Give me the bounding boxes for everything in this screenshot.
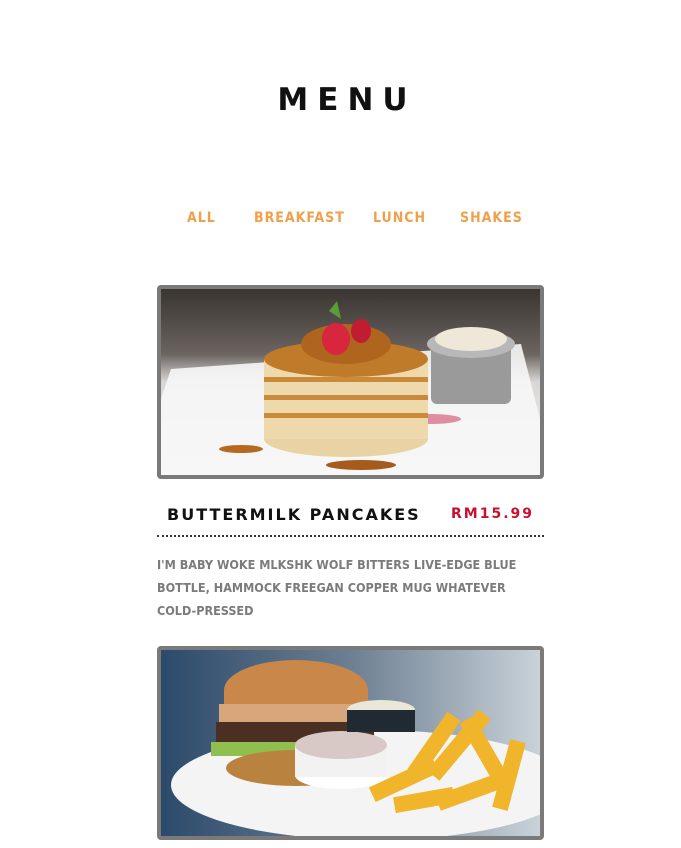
menu-item-header: BUTTERMILK PANCAKES RM15.99 <box>157 497 544 537</box>
filter-lunch-button[interactable]: LUNCH <box>373 210 426 226</box>
pancakes-image <box>161 289 540 475</box>
filter-breakfast-button[interactable]: BREAKFAST <box>254 210 345 226</box>
pancakes-photo <box>157 285 544 479</box>
item-name: BUTTERMILK PANCAKES <box>167 505 421 524</box>
filter-shakes-button[interactable]: SHAKES <box>460 210 523 226</box>
item-description: I'M BABY WOKE MLKSHK WOLF BITTERS LIVE-E… <box>157 557 517 618</box>
item-price: RM15.99 <box>451 506 534 522</box>
category-filters: ALL BREAKFAST LUNCH SHAKES <box>0 210 681 230</box>
page-title: MENU <box>277 82 417 118</box>
filter-all-button[interactable]: ALL <box>187 210 216 226</box>
burger-fries-photo <box>157 646 544 840</box>
burger-image <box>161 650 540 836</box>
